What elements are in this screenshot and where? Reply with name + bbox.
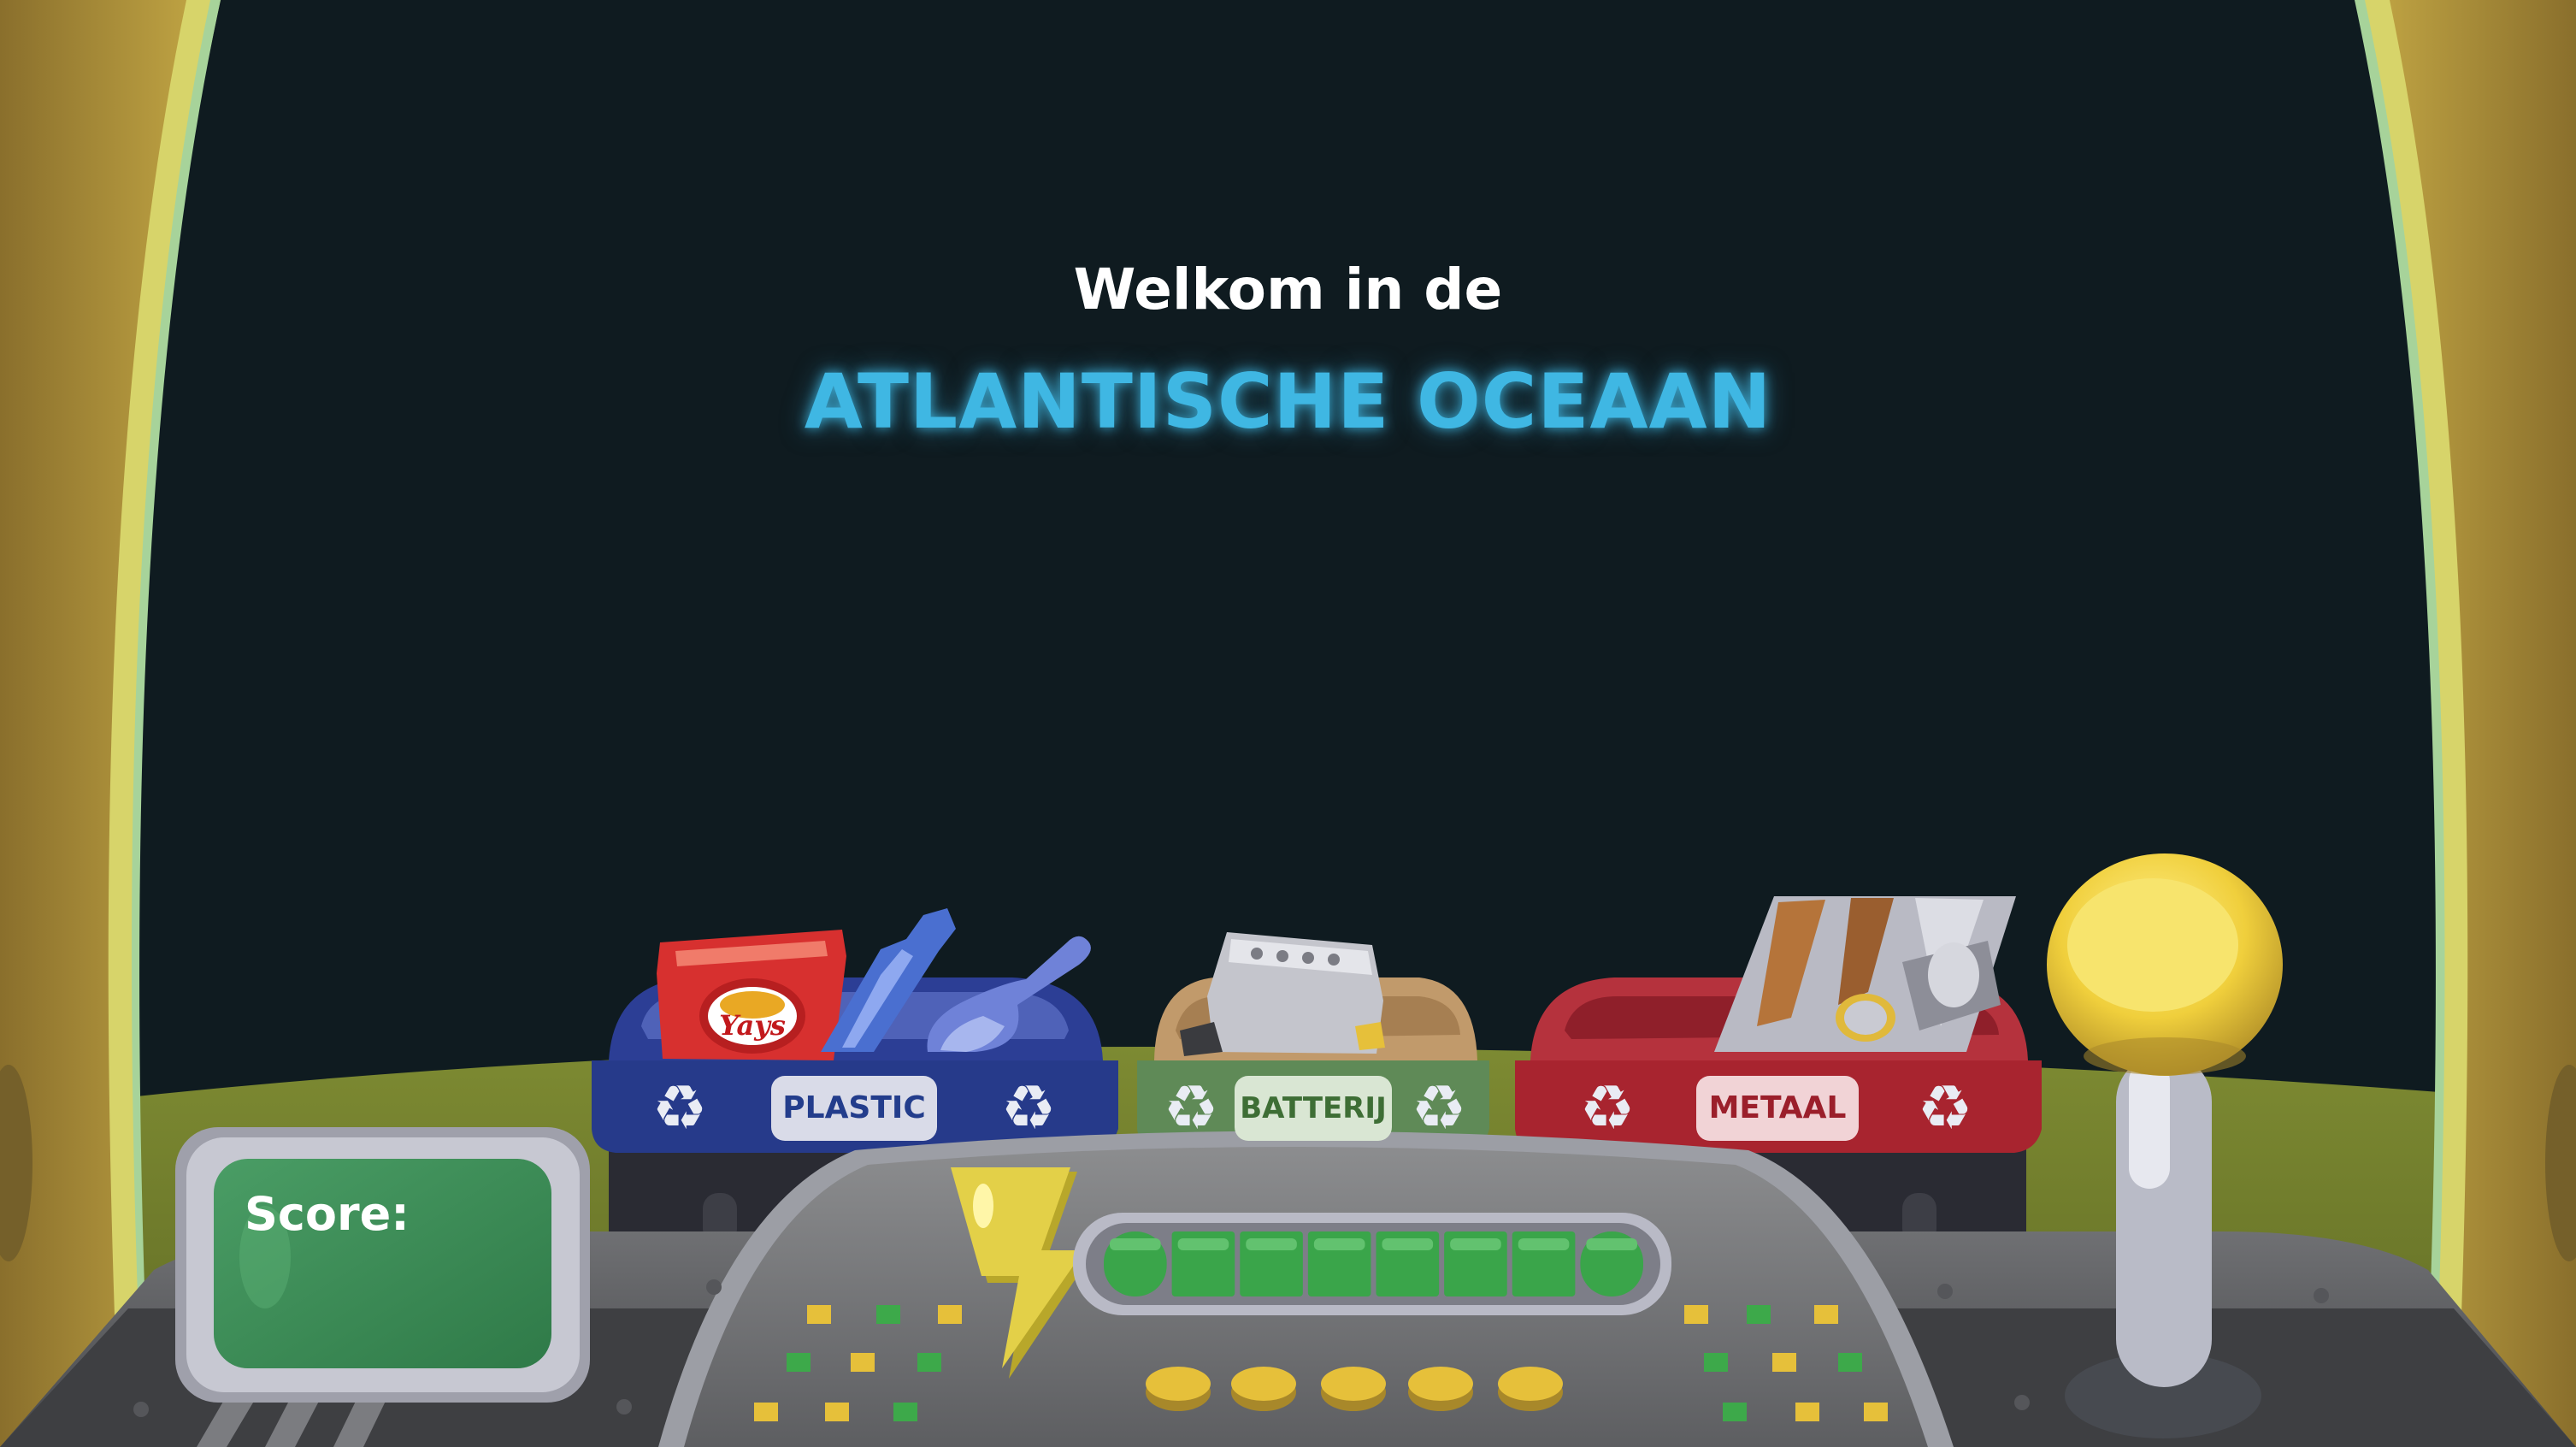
energy-segment-highlight (1246, 1238, 1297, 1250)
recycle-icon: ♻ (1580, 1072, 1636, 1143)
metaal-bin-label: METAAL (1696, 1076, 1859, 1141)
energy-segment-highlight (1177, 1238, 1229, 1250)
plastic-bin-label: PLASTIC (771, 1076, 937, 1141)
energy-segment-highlight (1313, 1238, 1365, 1250)
batterij-bin-label: BATTERIJ (1235, 1076, 1392, 1141)
energy-segment-highlight (1382, 1238, 1434, 1250)
recycle-icon: ♻ (652, 1072, 708, 1143)
svg-text:Yays: Yays (719, 1009, 786, 1042)
recycle-icon: ♻ (1001, 1072, 1057, 1143)
console-button-2[interactable] (1231, 1367, 1296, 1411)
recycle-icon: ♻ (1918, 1072, 1973, 1143)
energy-segment-highlight (1518, 1238, 1570, 1250)
console-button-5[interactable] (1498, 1367, 1563, 1411)
location-title: ATLANTISCHE OCEAAN (804, 357, 1772, 446)
welcome-heading: Welkom in de (1073, 257, 1503, 322)
energy-bar (1073, 1213, 1671, 1315)
score-label: Score: (245, 1187, 410, 1241)
console-button-4[interactable] (1408, 1367, 1473, 1411)
console-button-1[interactable] (1146, 1367, 1211, 1411)
console-button-3[interactable] (1321, 1367, 1386, 1411)
energy-segment-highlight (1450, 1238, 1501, 1250)
score-screen (175, 1127, 590, 1403)
energy-segment-highlight (1586, 1238, 1637, 1250)
joystick-knob[interactable] (2047, 853, 2283, 1076)
energy-segment-highlight (1110, 1238, 1161, 1250)
chips-bag-item: Yays (657, 930, 846, 1060)
